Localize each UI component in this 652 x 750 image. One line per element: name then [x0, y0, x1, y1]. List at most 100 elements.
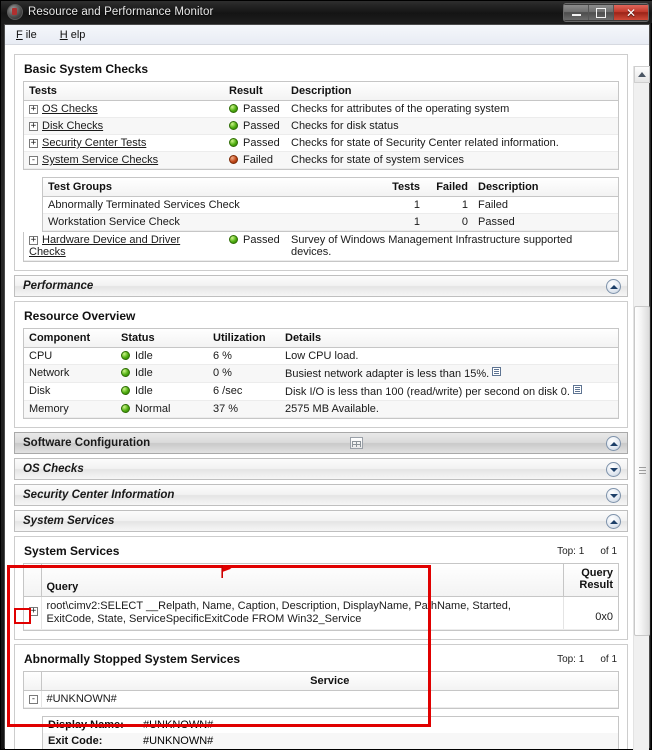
application-window: Resource and Performance Monitor ✕ File …: [0, 0, 652, 750]
status-cell: Normal: [116, 400, 208, 418]
menu-item-file[interactable]: File: [13, 28, 43, 42]
component-cell: Network: [24, 364, 116, 383]
test-link[interactable]: OS Checks: [42, 103, 98, 115]
top-label: Top: 1: [557, 546, 585, 557]
col-spacer: [24, 672, 42, 691]
table-row[interactable]: + Disk Checks Passed Checks for disk stat…: [24, 117, 618, 135]
chevron-up-icon[interactable]: [606, 279, 621, 294]
maximize-button[interactable]: [589, 5, 614, 20]
maximize-icon: [596, 7, 606, 18]
menu-item-help[interactable]: Help: [57, 28, 92, 42]
report-page: Basic System Checks Tests Result Descrip…: [5, 46, 635, 749]
query-result-cell: 0x0: [563, 596, 618, 630]
status-cell: Idle: [116, 347, 208, 365]
result-text: Failed: [243, 154, 273, 166]
status-text: Idle: [135, 385, 153, 397]
abnormally-stopped-panel: Abnormally Stopped System Services Top: …: [14, 644, 628, 749]
system-services-panel: System Services Top: 1 of 1 Query Query …: [14, 536, 628, 640]
details-cell: Busiest network adapter is less than 15%…: [280, 364, 618, 383]
table-header-row: Tests Result Description: [24, 82, 618, 101]
section-security-center-information[interactable]: Security Center Information: [14, 484, 628, 506]
section-performance[interactable]: Performance: [14, 275, 628, 297]
col-tests: Tests: [24, 82, 224, 101]
note-icon[interactable]: [492, 367, 502, 376]
col-query: Query: [41, 564, 564, 597]
client-area: File Help Basic System Checks Tests Resu…: [4, 24, 650, 750]
table-row[interactable]: - System Service Checks Failed Checks for…: [24, 151, 618, 169]
vertical-scrollbar[interactable]: [633, 66, 650, 750]
details-text: 2575 MB Available.: [285, 403, 379, 415]
chevron-down-icon[interactable]: [606, 462, 621, 477]
detail-key: Exit Code:: [43, 733, 138, 749]
expand-toggle-icon[interactable]: +: [29, 235, 38, 245]
collapse-toggle-icon[interactable]: -: [29, 694, 38, 704]
details-text: Low CPU load.: [285, 350, 359, 362]
test-link[interactable]: System Service Checks: [42, 154, 158, 166]
details-text: Disk I/O is less than 100 (read/write) p…: [285, 386, 570, 398]
system-services-title: System Services: [24, 544, 120, 558]
details-cell: Low CPU load.: [280, 347, 618, 365]
chevron-up-icon[interactable]: [606, 514, 621, 529]
table-row: Abnormally Terminated Services Check 1 1…: [43, 196, 618, 214]
chevron-down-icon[interactable]: [606, 488, 621, 503]
expand-toggle-icon[interactable]: +: [29, 104, 38, 114]
result-text: Passed: [243, 137, 280, 149]
result-cell: Passed: [224, 100, 286, 118]
section-os-checks[interactable]: OS Checks: [14, 458, 628, 480]
col-failed: Failed: [425, 178, 473, 197]
basic-system-checks-table: Tests Result Description + OS Checks Pass…: [24, 82, 618, 169]
test-link[interactable]: Hardware Device and Driver Checks: [29, 234, 180, 258]
col-service: Service: [41, 672, 618, 691]
tests-count-cell: 1: [373, 213, 425, 231]
result-text: Passed: [243, 120, 280, 132]
group-result-cell: Failed: [473, 196, 618, 214]
basic-system-checks-panel: Basic System Checks Tests Result Descrip…: [14, 54, 628, 271]
col-tests: Tests: [373, 178, 425, 197]
table-row: Network Idle 0 % Busiest network adapter…: [24, 364, 618, 383]
status-failed-icon: [229, 155, 238, 164]
triangle-up-icon: [638, 72, 646, 77]
detail-value: #UNKNOWN#: [143, 719, 214, 731]
component-cell: Disk: [24, 382, 116, 401]
table-row: - #UNKNOWN#: [24, 690, 618, 708]
title-bar: Resource and Performance Monitor ✕: [1, 1, 652, 23]
section-software-configuration[interactable]: Software Configuration: [14, 432, 628, 454]
resource-overview-panel: Resource Overview Component Status Utili…: [14, 301, 628, 428]
service-name-cell: #UNKNOWN#: [41, 690, 618, 708]
section-system-services[interactable]: System Services: [14, 510, 628, 532]
expand-toggle-icon[interactable]: +: [29, 606, 38, 616]
expand-toggle-icon[interactable]: +: [29, 121, 38, 131]
table-row[interactable]: + Security Center Tests Passed Checks for…: [24, 134, 618, 152]
close-button[interactable]: ✕: [614, 5, 648, 20]
basic-system-checks-title: Basic System Checks: [24, 62, 149, 76]
test-link[interactable]: Disk Checks: [42, 120, 103, 132]
result-cell: Passed: [224, 117, 286, 135]
app-icon: [7, 4, 23, 20]
status-cell: Idle: [116, 382, 208, 401]
group-cell: Abnormally Terminated Services Check: [43, 196, 373, 214]
chevron-up-icon[interactable]: [606, 436, 621, 451]
table-row: Workstation Service Check 1 0 Passed: [43, 213, 618, 231]
table-row: CPU Idle 6 % Low CPU load.: [24, 347, 618, 365]
result-text: Passed: [243, 234, 280, 246]
service-collapse-cell: -: [24, 690, 42, 708]
expand-toggle-icon[interactable]: +: [29, 138, 38, 148]
collapse-toggle-icon[interactable]: -: [29, 155, 38, 165]
table-header-row: Query Query Result: [24, 564, 618, 597]
table-row[interactable]: + OS Checks Passed Checks for attributes …: [24, 100, 618, 118]
minimize-button[interactable]: [564, 5, 589, 20]
test-groups-table: Test Groups Tests Failed Description Abn…: [43, 178, 618, 231]
test-cell: + Hardware Device and Driver Checks: [24, 232, 224, 261]
table-row[interactable]: + Hardware Device and Driver Checks Passe…: [24, 232, 618, 261]
note-icon[interactable]: [572, 385, 582, 394]
table-grid-icon[interactable]: [350, 437, 363, 449]
details-cell: 2575 MB Available.: [280, 400, 618, 418]
service-detail-table: Display Name: #UNKNOWN# Exit Code: #UNKNOW…: [43, 717, 618, 749]
test-cell: + Disk Checks: [24, 117, 224, 135]
failed-count-cell: 1: [425, 196, 473, 214]
system-services-paging: Top: 1 of 1: [557, 546, 617, 557]
scroll-thumb[interactable]: [634, 306, 650, 636]
test-link[interactable]: Security Center Tests: [42, 137, 146, 149]
scroll-up-arrow[interactable]: [634, 66, 650, 83]
description-cell: Checks for state of Security Center rela…: [286, 134, 618, 152]
